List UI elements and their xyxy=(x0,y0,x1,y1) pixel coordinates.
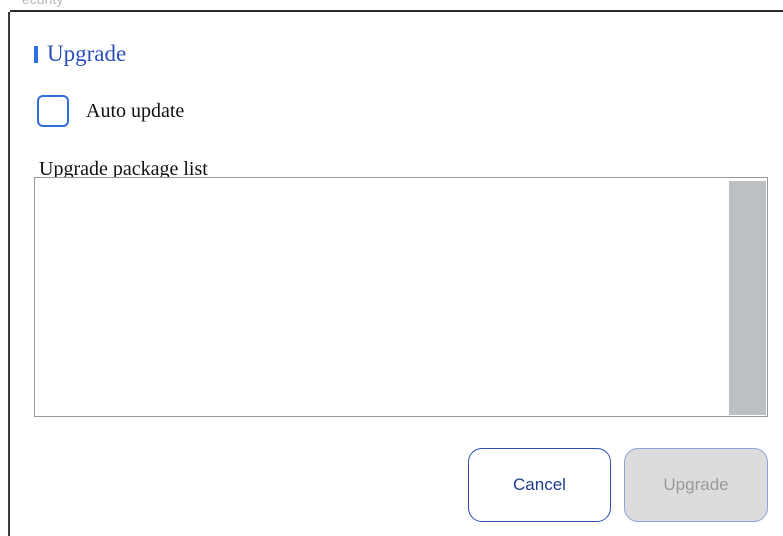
background-window-title: ecurity xyxy=(22,0,63,7)
background-window-edge xyxy=(0,0,10,536)
cancel-button[interactable]: Cancel xyxy=(468,448,611,522)
auto-update-checkbox[interactable] xyxy=(37,95,69,127)
upgrade-dialog: Upgrade Auto update Upgrade package list… xyxy=(10,10,783,536)
upgrade-package-list[interactable] xyxy=(34,177,768,417)
upgrade-button[interactable]: Upgrade xyxy=(624,448,768,522)
dialog-title: Upgrade xyxy=(47,41,127,66)
title-accent-bar xyxy=(34,45,38,63)
auto-update-label[interactable]: Auto update xyxy=(86,95,184,127)
package-list-scrollbar[interactable] xyxy=(729,181,766,415)
auto-update-option[interactable]: Auto update xyxy=(37,95,184,127)
dialog-header: Upgrade xyxy=(34,40,126,68)
